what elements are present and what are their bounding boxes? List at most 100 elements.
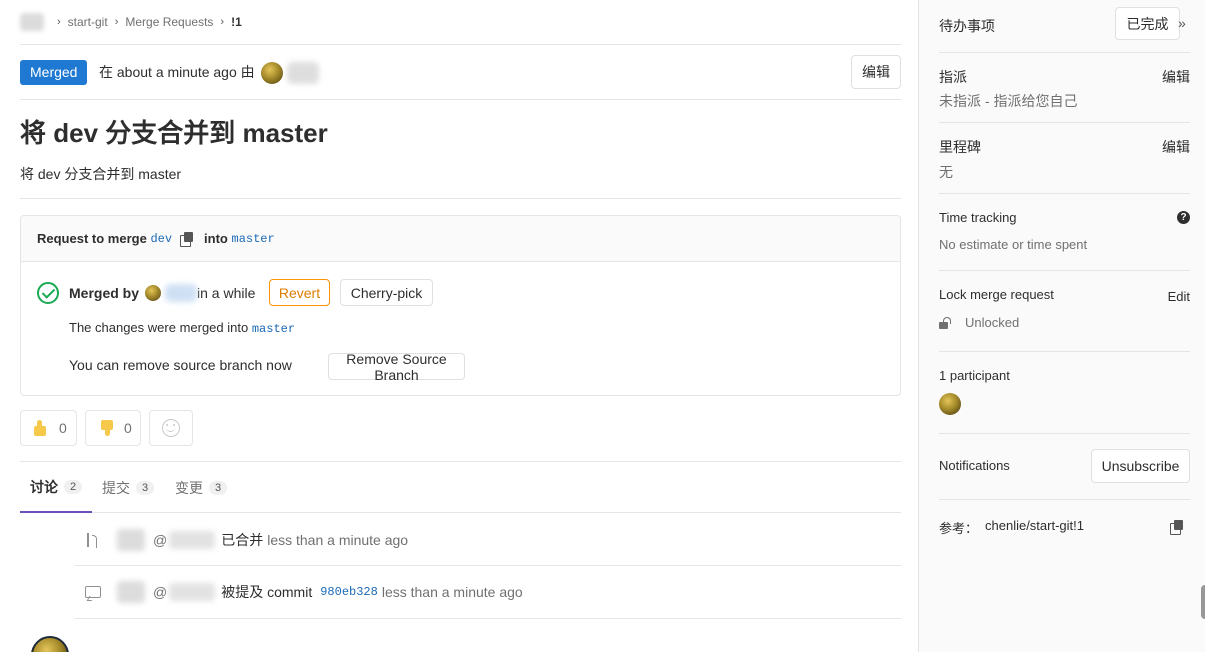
author-name-blurred[interactable] [286, 61, 319, 84]
tab-changes[interactable]: 变更 3 [175, 462, 228, 513]
remove-source-branch-button[interactable]: Remove Source Branch [328, 351, 465, 383]
breadcrumb-current[interactable]: !1 [231, 15, 242, 29]
tab-label: 讨论 [30, 478, 58, 495]
merged-when: in a while [197, 285, 256, 301]
thumbs-up-award[interactable]: 0 [20, 410, 77, 446]
tab-count: 2 [64, 479, 83, 494]
chevron-right-icon: › [114, 16, 119, 28]
assignee-value[interactable]: 未指派 - 指派给您自己 [939, 91, 1077, 111]
notifications-block: Notifications Unsubscribe [939, 434, 1190, 500]
scroll-handle[interactable] [1201, 585, 1205, 619]
lock-status: Unlocked [939, 315, 1059, 335]
into-label: into [204, 231, 228, 246]
merged-into-branch[interactable]: master [252, 322, 295, 336]
mark-done-button[interactable]: 已完成 [1115, 7, 1180, 40]
copy-icon[interactable] [180, 231, 194, 247]
tab-label: 提交 [102, 479, 130, 496]
lock-value: Unlocked [965, 315, 1020, 330]
comment-icon [85, 585, 101, 599]
milestone-title: 里程碑 [939, 139, 981, 155]
system-note: @ 被提及 commit 980eb328 less than a minute… [75, 580, 901, 604]
breadcrumb-project-link[interactable]: start-git [68, 15, 108, 29]
add-reaction-button[interactable] [149, 410, 193, 446]
merger-name-blurred[interactable] [165, 284, 198, 302]
breadcrumb: › start-git › Merge Requests › !1 [20, 10, 242, 34]
todo-title: 待办事项 [939, 18, 995, 34]
tab-count: 3 [209, 480, 228, 495]
system-note: @ 已合并 less than a minute ago [75, 528, 901, 552]
assignee-block: 指派 编辑 未指派 - 指派给您自己 [939, 52, 1190, 123]
main-content: › start-git › Merge Requests › !1 Merged… [0, 0, 918, 652]
time-tracking-block: Time tracking ? No estimate or time spen… [939, 194, 1190, 271]
chevron-right-icon: › [220, 16, 225, 28]
note-handle-blurred[interactable] [169, 583, 216, 601]
thumbs-up-icon [34, 420, 48, 436]
check-circle-icon [37, 282, 59, 304]
note-action: 被提及 commit [221, 584, 313, 600]
note-handle-blurred[interactable] [169, 531, 216, 549]
smiley-icon [162, 419, 180, 437]
notifications-title: Notifications [939, 458, 1010, 473]
remove-branch-text: You can remove source branch now [69, 357, 292, 373]
right-sidebar: 待办事项 已完成 » 指派 编辑 未指派 - 指派给您自己 里程碑 编辑 无 T… [918, 0, 1205, 652]
thumbs-down-count: 0 [124, 420, 132, 436]
time-tracking-title: Time tracking [939, 210, 1017, 225]
merge-icon [85, 533, 99, 548]
status-badge: Merged [20, 60, 88, 85]
double-chevron-icon[interactable]: » [1178, 15, 1186, 31]
todo-block: 待办事项 已完成 [939, 0, 1190, 52]
edit-button[interactable]: 编辑 [851, 55, 901, 89]
unsubscribe-button[interactable]: Unsubscribe [1091, 449, 1190, 483]
note-time[interactable]: less than a minute ago [267, 532, 408, 548]
thumbs-down-icon [99, 420, 113, 436]
tab-discussion[interactable]: 讨论 2 [20, 462, 93, 513]
merged-by-row: Merged by in a while [69, 282, 255, 304]
breadcrumb-mr-link[interactable]: Merge Requests [125, 15, 213, 29]
target-branch[interactable]: master [232, 232, 275, 246]
lock-block: Lock merge request Edit Unlocked [939, 271, 1190, 352]
status-prefix: 在 about a minute ago 由 [99, 64, 255, 80]
time-tracking-value: No estimate or time spent [939, 237, 1088, 252]
participants-title: 1 participant [939, 368, 1010, 383]
divider [20, 198, 901, 199]
participant-avatar[interactable] [939, 393, 961, 415]
reference-value: chenlie/start-git!1 [985, 518, 1084, 533]
note-time[interactable]: less than a minute ago [382, 584, 523, 600]
tab-count: 3 [136, 480, 155, 495]
note-author-blurred[interactable] [117, 529, 145, 551]
note-handle-prefix: @ [153, 532, 168, 548]
note-handle-prefix: @ [153, 584, 168, 600]
cherry-pick-button[interactable]: Cherry-pick [340, 279, 433, 306]
revert-button[interactable]: Revert [269, 279, 330, 306]
merger-avatar[interactable] [145, 285, 162, 301]
merged-by-label: Merged by [69, 285, 140, 301]
merge-widget-header: Request to merge dev into master [21, 216, 900, 262]
tab-label: 变更 [175, 479, 203, 496]
group-avatar-blurred[interactable] [20, 13, 44, 31]
thumbs-up-count: 0 [59, 420, 67, 436]
copy-icon[interactable] [1170, 520, 1184, 535]
page-title: 将 dev 分支合并到 master [20, 118, 328, 148]
chevron-right-icon: › [57, 16, 61, 28]
mr-tabs: 讨论 2 提交 3 变更 3 [20, 461, 901, 513]
note-author-blurred[interactable] [117, 581, 145, 603]
commit-sha-link[interactable]: 980eb328 [320, 585, 378, 599]
milestone-edit-link[interactable]: 编辑 [1162, 137, 1190, 157]
assignee-edit-link[interactable]: 编辑 [1162, 67, 1190, 87]
reference-block: 参考： chenlie/start-git!1 [939, 500, 1190, 560]
request-prefix: Request to merge [37, 231, 147, 246]
current-user-avatar[interactable] [31, 636, 69, 652]
source-branch[interactable]: dev [150, 232, 172, 246]
tab-commits[interactable]: 提交 3 [102, 462, 155, 513]
divider [75, 565, 901, 566]
note-action: 已合并 [221, 532, 264, 548]
question-icon[interactable]: ? [1177, 211, 1190, 224]
author-avatar[interactable] [260, 61, 283, 84]
lock-title: Lock merge request [939, 287, 1054, 302]
thumbs-down-award[interactable]: 0 [85, 410, 141, 446]
merged-into-text: The changes were merged into master [69, 320, 295, 336]
milestone-value: 无 [939, 164, 953, 180]
lock-open-icon [939, 317, 951, 329]
divider [20, 44, 901, 45]
lock-edit-link[interactable]: Edit [1168, 289, 1190, 304]
